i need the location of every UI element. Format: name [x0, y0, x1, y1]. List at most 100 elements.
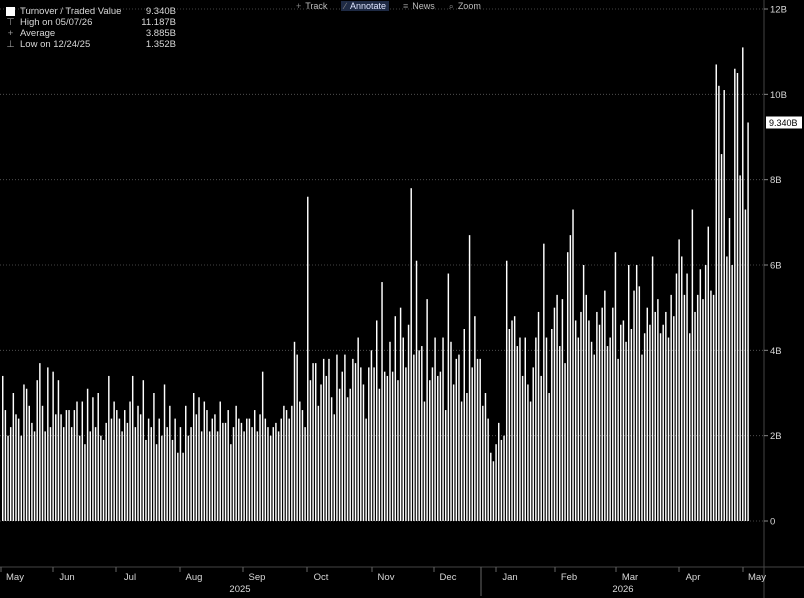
high-marker-icon: ⊤ [6, 17, 15, 28]
bar [463, 329, 465, 521]
pencil-icon: ∕ [344, 1, 346, 11]
bar [198, 397, 200, 521]
bar [723, 90, 725, 522]
x-month-label: Mar [622, 572, 638, 583]
bar [171, 439, 174, 521]
bar [232, 427, 235, 521]
bar [405, 367, 407, 521]
bar [681, 256, 683, 521]
bar [312, 363, 314, 521]
bar [235, 405, 237, 521]
bar [537, 311, 540, 521]
bar [673, 316, 675, 521]
bar [559, 346, 561, 521]
bar [569, 235, 572, 521]
bar [224, 422, 227, 521]
bar [261, 371, 264, 521]
bar [511, 320, 513, 521]
bar [97, 393, 99, 521]
bar [28, 405, 30, 521]
legend-low-value: 1.352B [145, 39, 176, 50]
bar [378, 388, 381, 521]
bar [309, 380, 312, 521]
bar [630, 329, 633, 521]
bar [65, 410, 68, 521]
x-month-label: Oct [314, 572, 329, 583]
bar [707, 226, 710, 521]
bar [20, 435, 23, 521]
bar [57, 380, 60, 521]
legend-series-value: 9.340B [145, 6, 176, 17]
bar [604, 290, 606, 521]
bar [94, 427, 97, 521]
y-tick-label: 12B [770, 5, 787, 16]
bar [174, 418, 176, 521]
bar [434, 337, 436, 521]
bar [251, 427, 253, 521]
bar [696, 294, 699, 521]
bar [4, 410, 7, 521]
zoom-button[interactable]: ⌕ Zoom [449, 1, 481, 12]
bar [108, 375, 110, 521]
bar [256, 431, 259, 521]
bar [694, 311, 696, 521]
bar [421, 346, 423, 521]
bar [577, 337, 580, 521]
last-value-label: 9.340B [769, 118, 798, 128]
bar [415, 260, 418, 521]
bar [344, 354, 346, 521]
bar [466, 393, 468, 521]
bar [622, 320, 625, 521]
bar [139, 414, 142, 521]
legend-average-row: + Average 3.885B [6, 28, 176, 39]
bar [580, 311, 582, 521]
bar [238, 418, 240, 521]
bar [52, 371, 54, 521]
bar [55, 414, 57, 521]
bar [368, 367, 370, 521]
annotate-button[interactable]: ∕ Annotate [341, 1, 389, 11]
bar [391, 371, 394, 521]
x-month-label: May [6, 572, 24, 583]
bar [484, 393, 487, 521]
bar [185, 405, 187, 521]
bar [100, 435, 102, 521]
legend-series-row[interactable]: Turnover / Traded Value 9.340B [6, 6, 176, 17]
bar [370, 350, 373, 521]
x-month-label: Apr [686, 572, 701, 583]
bar [418, 350, 420, 521]
bar [598, 324, 601, 521]
bar-series [2, 47, 749, 522]
bar [336, 354, 338, 521]
bar [124, 410, 126, 521]
bar [73, 410, 76, 521]
bar [556, 294, 558, 521]
bar [145, 439, 147, 521]
y-tick-label: 2B [770, 431, 782, 442]
bar [545, 337, 548, 521]
legend-low-row: ⊥ Low on 12/24/25 1.352B [6, 39, 176, 50]
bar [513, 316, 516, 521]
bar [102, 439, 105, 521]
news-button[interactable]: ≡ News [403, 1, 435, 11]
bar [328, 358, 330, 521]
bar [169, 405, 171, 521]
x-month-label: Jul [124, 572, 136, 583]
bar [744, 209, 747, 522]
bar [657, 299, 659, 521]
x-month-label: Jun [59, 572, 74, 583]
bar [444, 410, 447, 521]
bar [373, 367, 375, 521]
bar [299, 401, 301, 521]
news-icon: ≡ [402, 1, 409, 11]
bar [243, 431, 245, 521]
bar [7, 435, 9, 521]
bar [633, 290, 635, 521]
bar [277, 431, 280, 521]
track-button[interactable]: + Track [296, 1, 327, 11]
x-year-label: 2025 [229, 584, 250, 595]
bar [338, 388, 341, 521]
bar [354, 363, 357, 521]
bar [646, 307, 649, 521]
bar [413, 354, 415, 521]
